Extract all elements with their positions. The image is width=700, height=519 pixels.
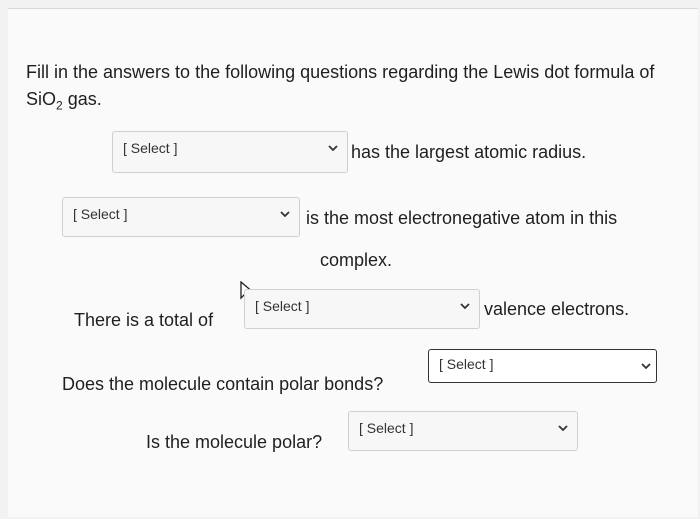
q3-text-before: There is a total of — [74, 310, 214, 330]
select-value: [ Select ] — [73, 206, 128, 222]
question-intro: Fill in the answers to the following que… — [26, 59, 666, 120]
select-value: [ Select ] — [359, 420, 414, 436]
quiz-card: Fill in the answers to the following que… — [8, 8, 698, 517]
q2-text-continued: complex. — [320, 250, 393, 270]
q2-text: is the most electronegative atom in this — [306, 208, 618, 228]
select-most-electronegative[interactable]: [ Select ] — [62, 197, 300, 237]
select-polar-bonds[interactable]: [ Select ] — [428, 349, 657, 383]
q3-text-after: valence electrons. — [484, 299, 630, 319]
select-value: [ Select ] — [255, 298, 310, 314]
chevron-down-icon — [460, 303, 470, 310]
chevron-down-icon — [641, 363, 651, 370]
intro-subscript: 2 — [56, 98, 63, 113]
chevron-down-icon — [558, 425, 568, 432]
intro-text-end: gas. — [62, 89, 102, 109]
select-valence-electrons[interactable]: [ Select ] — [244, 289, 480, 329]
chevron-down-icon — [280, 211, 290, 218]
q4-text: Does the molecule contain polar bonds? — [62, 374, 384, 394]
q1-text: has the largest atomic radius. — [351, 142, 587, 162]
select-value: [ Select ] — [123, 140, 178, 156]
select-molecule-polar[interactable]: [ Select ] — [348, 411, 578, 451]
select-value: [ Select ] — [439, 356, 494, 372]
chevron-down-icon — [328, 145, 338, 152]
select-largest-atomic-radius[interactable]: [ Select ] — [112, 131, 348, 173]
intro-text: Fill in the answers to the following que… — [26, 62, 655, 109]
q5-text: Is the molecule polar? — [146, 432, 323, 452]
